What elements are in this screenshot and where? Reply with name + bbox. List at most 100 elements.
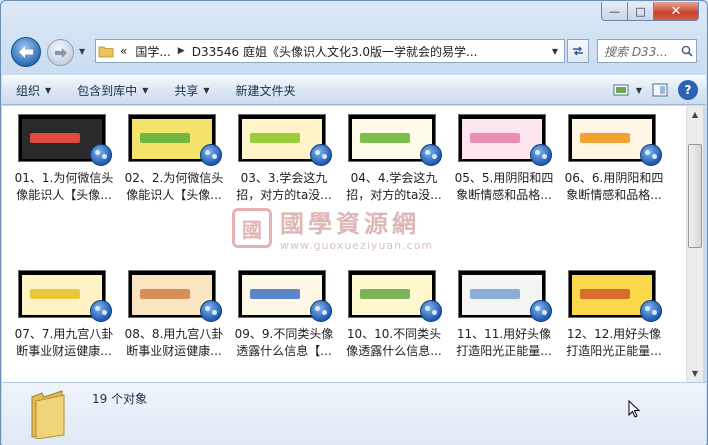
breadcrumb-segment-2[interactable]: D33546 庭姐《头像识人文化3.0版一学就会的易学...: [188, 43, 482, 60]
video-file-icon: [640, 144, 662, 166]
change-view-button[interactable]: ▼: [613, 83, 642, 97]
file-item[interactable]: 11、11.用好头像打造阳光正能量...: [454, 268, 554, 360]
video-thumbnail: [234, 268, 334, 322]
file-item[interactable]: 08、8.用九宫八卦断事业财运健康...: [124, 268, 224, 360]
command-bar: 组织 ▼ 包含到库中 ▼ 共享 ▼ 新建文件夹 ▼ ?: [2, 75, 706, 105]
details-pane: 19 个对象: [2, 382, 706, 445]
file-item[interactable]: 02、2.为何微信头像能识人【头像...: [124, 112, 224, 204]
chevron-down-icon: ▼: [203, 85, 210, 95]
file-item[interactable]: 09、9.不同类头像透露什么信息【...: [234, 268, 334, 360]
chevron-down-icon: ▼: [142, 85, 149, 95]
file-name: 11、11.用好头像打造阳光正能量...: [456, 327, 552, 358]
include-in-library-label: 包含到库中: [77, 83, 138, 98]
video-file-icon: [310, 144, 332, 166]
file-name: 09、9.不同类头像透露什么信息【...: [234, 327, 334, 358]
file-name: 12、12.用好头像打造阳光正能量...: [566, 327, 662, 358]
preview-pane-button[interactable]: [652, 83, 668, 97]
search-icon[interactable]: [678, 45, 696, 57]
video-file-icon: [90, 144, 112, 166]
video-file-icon: [530, 144, 552, 166]
file-name: 01、1.为何微信头像能识人【头像...: [14, 171, 114, 202]
forward-button[interactable]: [47, 39, 74, 66]
file-name: 02、2.为何微信头像能识人【头像...: [124, 171, 224, 202]
watermark-url: www.guoxueziyuan.com: [280, 239, 434, 252]
file-name: 08、8.用九宫八卦断事业财运健康...: [124, 327, 224, 358]
video-thumbnail: [564, 268, 664, 322]
video-thumbnail: [344, 268, 444, 322]
file-name: 07、7.用九宫八卦断事业财运健康...: [14, 327, 114, 358]
address-dropdown-icon[interactable]: ▼: [546, 40, 564, 62]
file-item[interactable]: 12、12.用好头像打造阳光正能量...: [564, 268, 664, 360]
chevron-right-icon[interactable]: ▶: [175, 46, 188, 56]
chevron-down-icon: ▼: [45, 85, 52, 95]
maximize-button[interactable]: □: [628, 2, 654, 21]
new-folder-button[interactable]: 新建文件夹: [236, 82, 296, 99]
watermark-seal-logo: 國: [232, 208, 272, 248]
folder-icon: [96, 40, 116, 62]
new-folder-label: 新建文件夹: [235, 83, 296, 98]
scroll-down-icon[interactable]: ▼: [687, 365, 703, 382]
back-button[interactable]: [11, 37, 41, 67]
include-in-library-menu[interactable]: 包含到库中 ▼: [77, 82, 148, 99]
file-name: 05、5.用阴阳和四象断情感和品格...: [454, 171, 554, 202]
scrollbar-thumb[interactable]: [688, 144, 702, 248]
help-button[interactable]: ?: [678, 80, 698, 100]
toolbar-right: ▼ ?: [613, 80, 698, 100]
video-file-icon: [640, 300, 662, 322]
address-overflow[interactable]: «: [116, 44, 131, 58]
file-item[interactable]: 10、10.不同类头像透露什么信息...: [344, 268, 444, 360]
file-name: 03、3.学会这九招，对方的ta没...: [236, 171, 332, 202]
explorer-window: — □ ✕ ▼ « 国学... ▶ D33546 庭姐《头像识人文化3.0版一学…: [0, 0, 708, 445]
file-name: 10、10.不同类头像透露什么信息...: [346, 327, 442, 358]
file-item[interactable]: 01、1.为何微信头像能识人【头像...: [14, 112, 114, 204]
video-file-icon: [310, 300, 332, 322]
video-thumbnail: [124, 112, 224, 166]
video-file-icon: [200, 144, 222, 166]
search-input[interactable]: 搜索 D33...: [597, 39, 697, 63]
video-thumbnail: [124, 268, 224, 322]
back-arrow-icon: [19, 46, 33, 58]
video-thumbnail: [14, 112, 114, 166]
video-thumbnail: [234, 112, 334, 166]
video-file-icon: [420, 144, 442, 166]
file-item[interactable]: 05、5.用阴阳和四象断情感和品格...: [454, 112, 554, 204]
minimize-button[interactable]: —: [601, 2, 628, 21]
watermark: 國 國學資源網 www.guoxueziyuan.com: [232, 204, 433, 252]
video-thumbnail: [344, 112, 444, 166]
vertical-scrollbar[interactable]: ▲ ▼: [686, 106, 703, 382]
file-name: 04、4.学会这九招，对方的ta没...: [346, 171, 442, 202]
scroll-up-icon[interactable]: ▲: [687, 106, 703, 123]
video-file-icon: [200, 300, 222, 322]
search-placeholder: 搜索 D33...: [604, 44, 668, 59]
organize-label: 组织: [16, 83, 41, 98]
video-file-icon: [420, 300, 442, 322]
share-label: 共享: [174, 83, 199, 98]
watermark-title: 國學資源網: [280, 209, 420, 238]
preview-pane-icon: [652, 83, 668, 97]
video-thumbnail: [14, 268, 114, 322]
breadcrumb-segment-1[interactable]: 国学...: [131, 43, 174, 60]
address-bar[interactable]: « 国学... ▶ D33546 庭姐《头像识人文化3.0版一学就会的易学...…: [95, 39, 565, 63]
refresh-button[interactable]: [567, 39, 589, 63]
file-list: 國 國學資源網 www.guoxueziyuan.com 01、1.为何微信头像…: [2, 106, 686, 382]
caption-buttons: — □ ✕: [601, 2, 699, 21]
file-item[interactable]: 04、4.学会这九招，对方的ta没...: [344, 112, 444, 204]
close-button[interactable]: ✕: [654, 2, 699, 21]
file-item[interactable]: 06、6.用阴阳和四象断情感和品格...: [564, 112, 664, 204]
chevron-down-icon: ▼: [635, 85, 642, 95]
mouse-cursor-icon: [628, 399, 641, 421]
video-file-icon: [90, 300, 112, 322]
item-count: 19 个对象: [92, 392, 148, 406]
video-thumbnail: [564, 112, 664, 166]
video-thumbnail: [454, 268, 554, 322]
share-menu[interactable]: 共享 ▼: [174, 82, 209, 99]
navigation-bar: ▼ « 国学... ▶ D33546 庭姐《头像识人文化3.0版一学就会的易学.…: [1, 35, 708, 69]
file-item[interactable]: 03、3.学会这九招，对方的ta没...: [234, 112, 334, 204]
forward-arrow-icon: [54, 47, 67, 58]
file-item[interactable]: 07、7.用九宫八卦断事业财运健康...: [14, 268, 114, 360]
view-icon: [613, 84, 629, 96]
folder-icon: [28, 387, 68, 442]
refresh-icon: [573, 46, 583, 56]
recent-pages-dropdown[interactable]: ▼: [79, 47, 91, 57]
organize-menu[interactable]: 组织 ▼: [16, 82, 51, 99]
